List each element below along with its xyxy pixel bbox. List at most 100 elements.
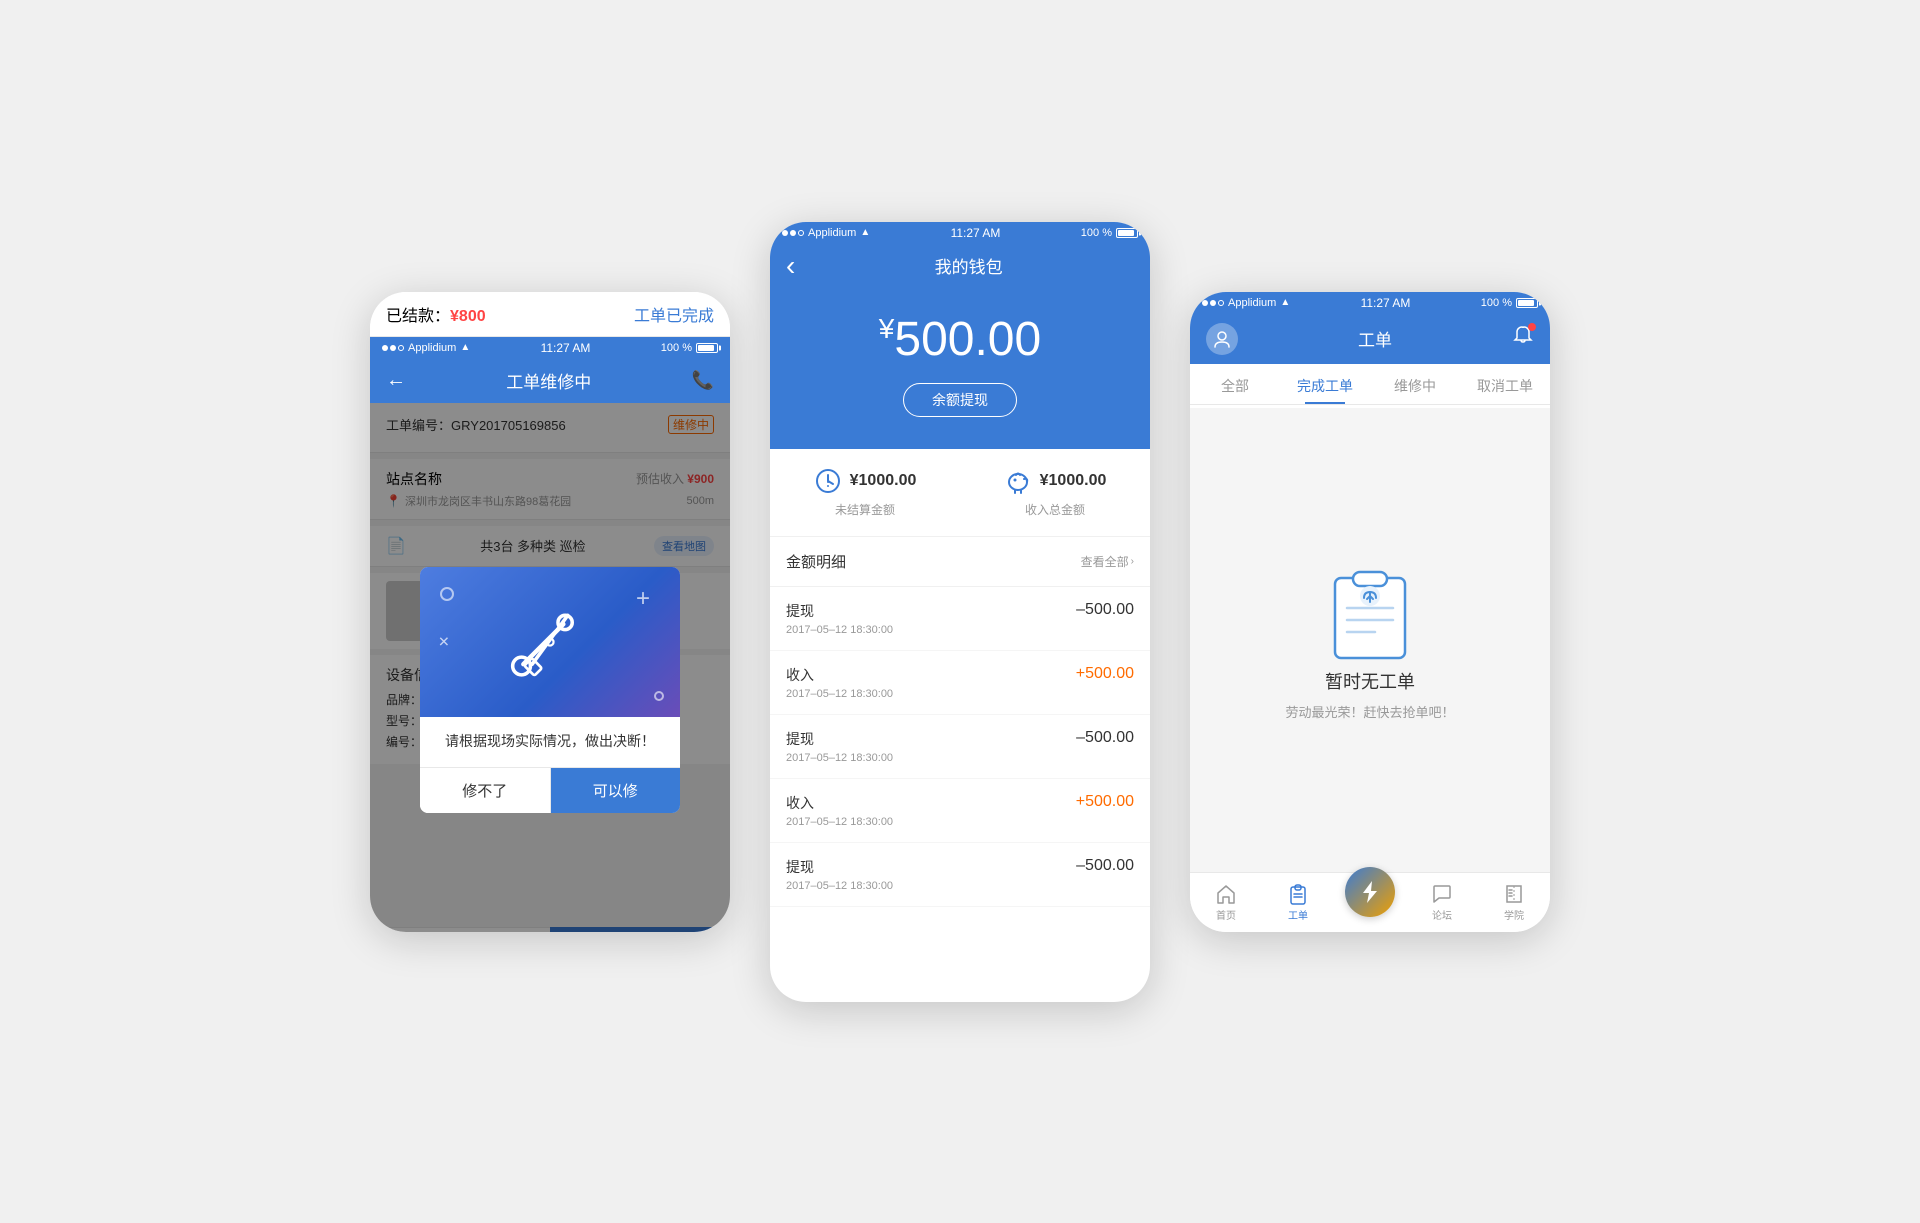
tx-amount-4: –500.00 bbox=[1076, 857, 1134, 875]
avatar-svg bbox=[1212, 329, 1232, 349]
status-time-2: 11:27 AM bbox=[951, 226, 1001, 240]
bell-notification-icon[interactable] bbox=[1512, 325, 1534, 352]
tx-left-1: 收入 2017–05–12 18:30:00 bbox=[786, 665, 893, 700]
detail-title: 金额明细 bbox=[786, 551, 846, 572]
dot2-2 bbox=[790, 230, 796, 236]
tx-type-0: 提现 bbox=[786, 601, 893, 621]
phone-2-wallet: Applidium ▲ 11:27 AM 100 % ‹ 我的钱包 ¥500.0… bbox=[770, 222, 1150, 1002]
phone-1-work-order: 已结款：¥800 工单已完成 Applidium ▲ 11:27 AM 100 … bbox=[370, 292, 730, 932]
bottom-navigation: 首页 工单 论坛 bbox=[1190, 872, 1550, 932]
piggy-bank-icon bbox=[1004, 467, 1032, 495]
nav-forum-label: 论坛 bbox=[1432, 907, 1452, 922]
notification-badge bbox=[1528, 323, 1536, 331]
view-all-link[interactable]: 查看全部 › bbox=[1081, 553, 1134, 570]
status-time-3: 11:27 AM bbox=[1361, 296, 1411, 310]
wallet-balance-area: ¥500.00 余额提现 bbox=[770, 288, 1150, 449]
total-row: ¥1000.00 bbox=[1004, 467, 1107, 495]
unsettled-value: ¥1000.00 bbox=[850, 472, 917, 490]
status-right-3: 100 % bbox=[1481, 297, 1538, 309]
tx-date-4: 2017–05–12 18:30:00 bbox=[786, 880, 893, 892]
partial-top-bar: 已结款：¥800 工单已完成 bbox=[370, 292, 730, 337]
back-icon[interactable]: ← bbox=[386, 369, 406, 392]
tx-left-4: 提现 2017–05–12 18:30:00 bbox=[786, 857, 893, 892]
wifi-icon-3: ▲ bbox=[1280, 297, 1290, 308]
tx-date-2: 2017–05–12 18:30:00 bbox=[786, 752, 893, 764]
dot3-3 bbox=[1218, 300, 1224, 306]
tab-cancelled[interactable]: 取消工单 bbox=[1460, 364, 1550, 404]
tx-date-3: 2017–05–12 18:30:00 bbox=[786, 816, 893, 828]
detail-header: 金额明细 查看全部 › bbox=[770, 537, 1150, 587]
tx-type-4: 提现 bbox=[786, 857, 893, 877]
empty-state-title: 暂时无工单 bbox=[1325, 668, 1415, 694]
tx-amount-3: +500.00 bbox=[1076, 793, 1134, 811]
chevron-right-icon: › bbox=[1131, 556, 1134, 567]
total-stat: ¥1000.00 收入总金额 bbox=[960, 467, 1150, 518]
battery-3 bbox=[1516, 298, 1538, 308]
center-logo-icon bbox=[1345, 867, 1395, 917]
user-avatar-icon[interactable] bbox=[1206, 323, 1238, 355]
balance-value: 500.00 bbox=[894, 313, 1041, 366]
home-icon bbox=[1215, 883, 1237, 905]
status-bar-3: Applidium ▲ 11:27 AM 100 % bbox=[1190, 292, 1550, 314]
tx-amount-2: –500.00 bbox=[1076, 729, 1134, 747]
tx-left-0: 提现 2017–05–12 18:30:00 bbox=[786, 601, 893, 636]
empty-state-subtitle: 劳动最光荣！赶快去抢单吧！ bbox=[1285, 702, 1454, 721]
work-list-title: 工单 bbox=[1238, 326, 1512, 351]
tx-date-0: 2017–05–12 18:30:00 bbox=[786, 624, 893, 636]
clipboard-illustration bbox=[1315, 558, 1425, 668]
book-icon bbox=[1503, 883, 1525, 905]
work-order-tabs: 全部 完成工单 维修中 取消工单 bbox=[1190, 364, 1550, 405]
wallet-header: ‹ 我的钱包 bbox=[770, 244, 1150, 288]
tx-amount-1: +500.00 bbox=[1076, 665, 1134, 683]
dialog-image-area: + ✕ bbox=[420, 567, 680, 717]
unsettled-label: 未结算金额 bbox=[835, 501, 895, 518]
nav-work-order[interactable]: 工单 bbox=[1262, 873, 1334, 932]
wallet-back-icon[interactable]: ‹ bbox=[786, 250, 795, 282]
wifi-icon-2: ▲ bbox=[860, 227, 870, 238]
tab-all[interactable]: 全部 bbox=[1190, 364, 1280, 404]
unsettled-stat: ¥1000.00 未结算金额 bbox=[770, 467, 960, 518]
empty-state-area: 暂时无工单 劳动最光荣！赶快去抢单吧！ bbox=[1190, 408, 1550, 872]
phone-call-icon[interactable]: 📞 bbox=[692, 370, 714, 391]
signal-dots-2 bbox=[782, 230, 804, 236]
signal-dots bbox=[382, 345, 404, 351]
dot2 bbox=[390, 345, 396, 351]
balance-display: ¥500.00 bbox=[786, 312, 1134, 367]
clock-icon bbox=[814, 467, 842, 495]
withdraw-button[interactable]: 余额提现 bbox=[903, 383, 1017, 417]
can-fix-button[interactable]: 可以修 bbox=[551, 768, 681, 813]
wallet-title: 我的钱包 bbox=[803, 253, 1134, 278]
status-bar-1: Applidium ▲ 11:27 AM 100 % bbox=[370, 337, 730, 359]
nav-academy-label: 学院 bbox=[1504, 907, 1524, 922]
tab-repairing[interactable]: 维修中 bbox=[1370, 364, 1460, 404]
status-left: Applidium ▲ bbox=[382, 342, 470, 354]
status-right-1: 100 % bbox=[661, 342, 718, 354]
dot1 bbox=[382, 345, 388, 351]
dot2-3 bbox=[1210, 300, 1216, 306]
tx-type-3: 收入 bbox=[786, 793, 893, 813]
header-title-1: 工单维修中 bbox=[506, 368, 591, 393]
tx-left-3: 收入 2017–05–12 18:30:00 bbox=[786, 793, 893, 828]
dot1-2 bbox=[782, 230, 788, 236]
tab-completed[interactable]: 完成工单 bbox=[1280, 364, 1370, 404]
circle-decoration-tl bbox=[440, 587, 454, 601]
nav-home[interactable]: 首页 bbox=[1190, 873, 1262, 932]
nav-home-label: 首页 bbox=[1216, 907, 1236, 922]
nav-academy[interactable]: 学院 bbox=[1478, 873, 1550, 932]
cannot-fix-button[interactable]: 修不了 bbox=[420, 768, 551, 813]
dot3-2 bbox=[798, 230, 804, 236]
app-name-1: Applidium bbox=[408, 342, 456, 354]
wifi-icon: ▲ bbox=[460, 342, 470, 353]
status-left-3: Applidium ▲ bbox=[1202, 297, 1290, 309]
battery-2 bbox=[1116, 228, 1138, 238]
transaction-row-0: 提现 2017–05–12 18:30:00 –500.00 bbox=[770, 587, 1150, 651]
transaction-list: 提现 2017–05–12 18:30:00 –500.00 收入 2017–0… bbox=[770, 587, 1150, 907]
nav-center-logo[interactable] bbox=[1334, 873, 1406, 932]
dialog-overlay: + ✕ bbox=[370, 403, 730, 932]
nav-forum[interactable]: 论坛 bbox=[1406, 873, 1478, 932]
tx-date-1: 2017–05–12 18:30:00 bbox=[786, 688, 893, 700]
forum-icon bbox=[1431, 883, 1453, 905]
work-order-header: ← 工单维修中 📞 bbox=[370, 359, 730, 403]
tx-type-2: 提现 bbox=[786, 729, 893, 749]
phone-3-work-list: Applidium ▲ 11:27 AM 100 % 工单 全部 完成工单 bbox=[1190, 292, 1550, 932]
